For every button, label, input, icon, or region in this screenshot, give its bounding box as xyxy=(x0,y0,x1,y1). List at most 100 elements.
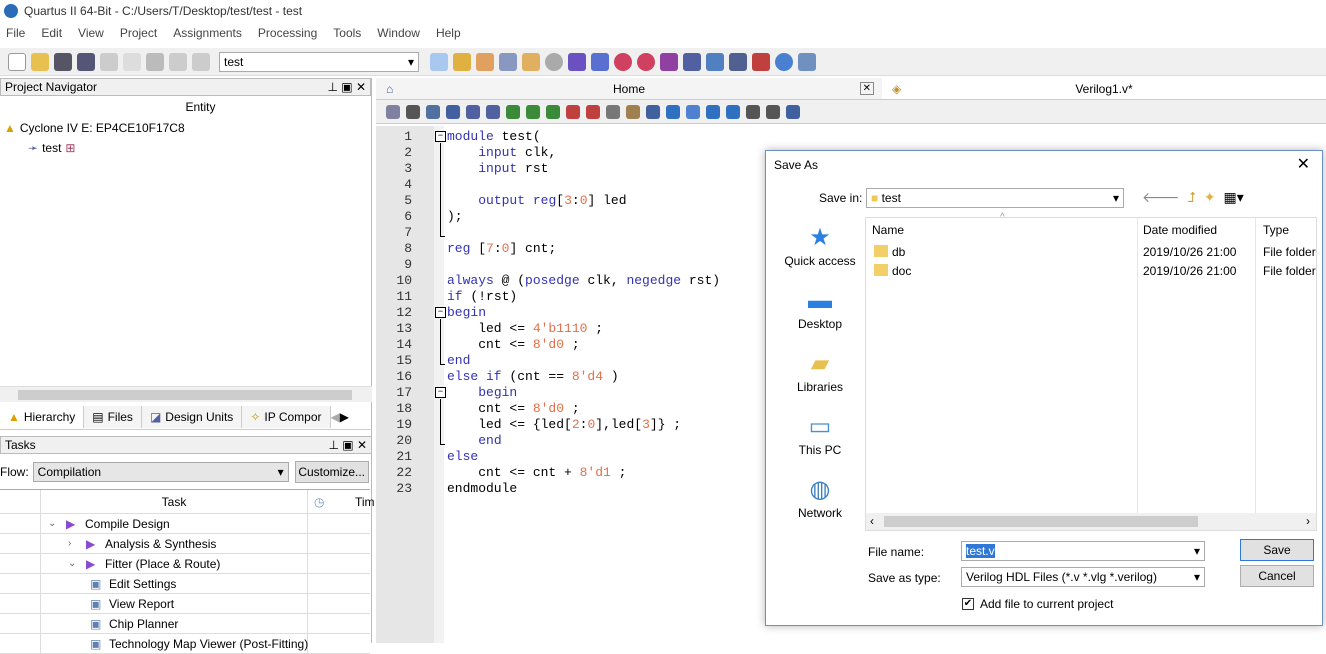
editor-tool-icon[interactable] xyxy=(526,104,540,119)
editor-tool-icon[interactable] xyxy=(446,104,460,119)
file-list[interactable]: Name ^ Date modified Type db 2019/10/26 2… xyxy=(865,212,1317,531)
entity-select[interactable]: test ▾ xyxy=(219,51,419,72)
save-in-select[interactable]: ■ test ▾ xyxy=(866,188,1124,208)
redo-icon[interactable] xyxy=(192,52,210,71)
cancel-button[interactable]: Cancel xyxy=(1240,565,1314,587)
menu-project[interactable]: Project xyxy=(120,26,157,40)
horizontal-scrollbar[interactable] xyxy=(0,386,372,402)
column-name[interactable]: Name xyxy=(872,223,904,237)
editor-tool-icon[interactable] xyxy=(506,104,520,119)
menu-processing[interactable]: Processing xyxy=(258,26,317,40)
new-folder-icon[interactable]: ✦ xyxy=(1204,189,1216,206)
editor-tool-icon[interactable] xyxy=(406,104,420,119)
panel-controls-icon[interactable]: ⊥ ▣ ✕ xyxy=(327,80,366,94)
fold-toggle-icon[interactable]: − xyxy=(435,307,446,318)
menu-edit[interactable]: Edit xyxy=(41,26,62,40)
task-row[interactable]: ▣ Edit Settings xyxy=(0,574,370,594)
editor-tool-icon[interactable] xyxy=(746,104,760,119)
file-name-input[interactable]: test.v ▾ xyxy=(961,541,1205,561)
expander-icon[interactable]: › xyxy=(68,538,71,549)
task-row[interactable]: ▣ Chip Planner xyxy=(0,614,370,634)
editor-tool-icon[interactable] xyxy=(486,104,500,119)
chip-editor-icon[interactable] xyxy=(430,52,448,71)
rtl-viewer-icon[interactable] xyxy=(660,52,678,71)
back-icon[interactable]: 🡐 xyxy=(1142,189,1180,206)
menu-window[interactable]: Window xyxy=(377,26,420,40)
editor-tool-icon[interactable] xyxy=(546,104,560,119)
scroll-right-icon[interactable]: › xyxy=(1306,514,1310,528)
horizontal-scrollbar[interactable]: ‹ › xyxy=(866,513,1316,530)
new-icon[interactable] xyxy=(8,52,26,71)
entity-item-test[interactable]: ➛ test ⊞ xyxy=(0,138,371,158)
paste-icon[interactable] xyxy=(146,52,164,71)
task-row[interactable]: ▣ View Report xyxy=(0,594,370,614)
netlist-icon[interactable] xyxy=(683,52,701,71)
code-editor[interactable]: 1 module test(2 input clk, 3 input rst 4 5 o… xyxy=(376,126,766,643)
editor-tool-icon[interactable] xyxy=(646,104,660,119)
close-tab-icon[interactable]: ✕ xyxy=(859,82,874,95)
task-row[interactable]: › ▶ Analysis & Synthesis xyxy=(0,534,370,554)
place-quick-access[interactable]: ★ Quick access xyxy=(775,225,865,269)
place-libraries[interactable]: ▰ Libraries xyxy=(775,351,865,395)
programmer-icon[interactable] xyxy=(706,52,724,71)
editor-tool-icon[interactable] xyxy=(706,104,720,119)
add-to-project-checkbox[interactable]: ✔ xyxy=(962,598,974,610)
tab-hierarchy[interactable]: ▲ Hierarchy xyxy=(0,406,85,428)
menu-assignments[interactable]: Assignments xyxy=(173,26,242,40)
stop-icon[interactable] xyxy=(545,52,563,71)
timing-icon[interactable] xyxy=(614,52,632,71)
editor-tool-icon[interactable] xyxy=(606,104,620,119)
expander-icon[interactable]: ⌄ xyxy=(68,558,76,569)
assignment-icon[interactable] xyxy=(499,52,517,71)
tab-scroll-left-icon[interactable]: ◀ xyxy=(331,406,340,429)
undo-icon[interactable] xyxy=(169,52,187,71)
menu-tools[interactable]: Tools xyxy=(333,26,361,40)
fold-toggle-icon[interactable]: − xyxy=(435,387,446,398)
editor-tool-icon[interactable] xyxy=(666,104,680,119)
pin-planner-icon[interactable] xyxy=(476,52,494,71)
tab-design-units[interactable]: ◪ Design Units xyxy=(141,406,243,428)
tab-scroll-right-icon[interactable]: ▶ xyxy=(340,406,349,429)
close-icon[interactable]: ✕ xyxy=(1297,154,1310,174)
cut-icon[interactable] xyxy=(100,52,118,71)
menu-file[interactable]: File xyxy=(6,26,25,40)
tab-home[interactable]: ⌂ Home ✕ xyxy=(376,78,882,99)
editor-tool-icon[interactable] xyxy=(626,104,640,119)
file-row[interactable]: db 2019/10/26 21:00 File folder xyxy=(866,242,1316,261)
scrollbar-thumb[interactable] xyxy=(884,516,1198,527)
file-row[interactable]: doc 2019/10/26 21:00 File folder xyxy=(866,261,1316,280)
tab-files[interactable]: ▤ Files xyxy=(84,406,142,428)
ip-catalog-icon[interactable] xyxy=(522,52,540,71)
editor-tool-icon[interactable] xyxy=(426,104,440,119)
save-all-icon[interactable] xyxy=(77,52,95,71)
customize-button[interactable]: Customize... xyxy=(294,461,369,483)
flow-select[interactable]: Compilation ▾ xyxy=(32,462,289,482)
panel-controls-icon[interactable]: ⊥ ▣ ✕ xyxy=(328,438,367,452)
column-date-modified[interactable]: Date modified xyxy=(1143,223,1217,237)
editor-tool-icon[interactable] xyxy=(726,104,740,119)
editor-tool-icon[interactable] xyxy=(466,104,480,119)
menu-view[interactable]: View xyxy=(78,26,104,40)
editor-tool-icon[interactable] xyxy=(686,104,700,119)
signaltap-icon[interactable] xyxy=(729,52,747,71)
tab-ip-components[interactable]: ✧ IP Compor xyxy=(242,406,331,428)
menu-help[interactable]: Help xyxy=(436,26,461,40)
place-network[interactable]: ◍ Network xyxy=(775,477,865,521)
editor-tool-icon[interactable] xyxy=(766,104,780,119)
editor-tool-icon[interactable] xyxy=(586,104,600,119)
timequest-icon[interactable] xyxy=(637,52,655,71)
scrollbar-thumb[interactable] xyxy=(18,390,352,400)
tab-verilog1[interactable]: ◈ Verilog1.v* xyxy=(882,78,1326,99)
expander-icon[interactable]: ⌄ xyxy=(48,518,56,529)
task-row[interactable]: ⌄ ▶ Fitter (Place & Route) xyxy=(0,554,370,574)
save-icon[interactable] xyxy=(54,52,72,71)
chat-icon[interactable] xyxy=(798,52,816,71)
place-desktop[interactable]: ▬ Desktop xyxy=(775,288,865,332)
task-row[interactable]: ⌄ ▶ Compile Design xyxy=(0,514,370,534)
device-item[interactable]: ▲ Cyclone IV E: EP4CE10F17C8 xyxy=(0,118,371,138)
save-button[interactable]: Save xyxy=(1240,539,1314,561)
scroll-left-icon[interactable]: ‹ xyxy=(870,514,874,528)
settings-icon[interactable] xyxy=(453,52,471,71)
editor-tool-icon[interactable] xyxy=(786,104,800,119)
fold-toggle-icon[interactable]: − xyxy=(435,131,446,142)
